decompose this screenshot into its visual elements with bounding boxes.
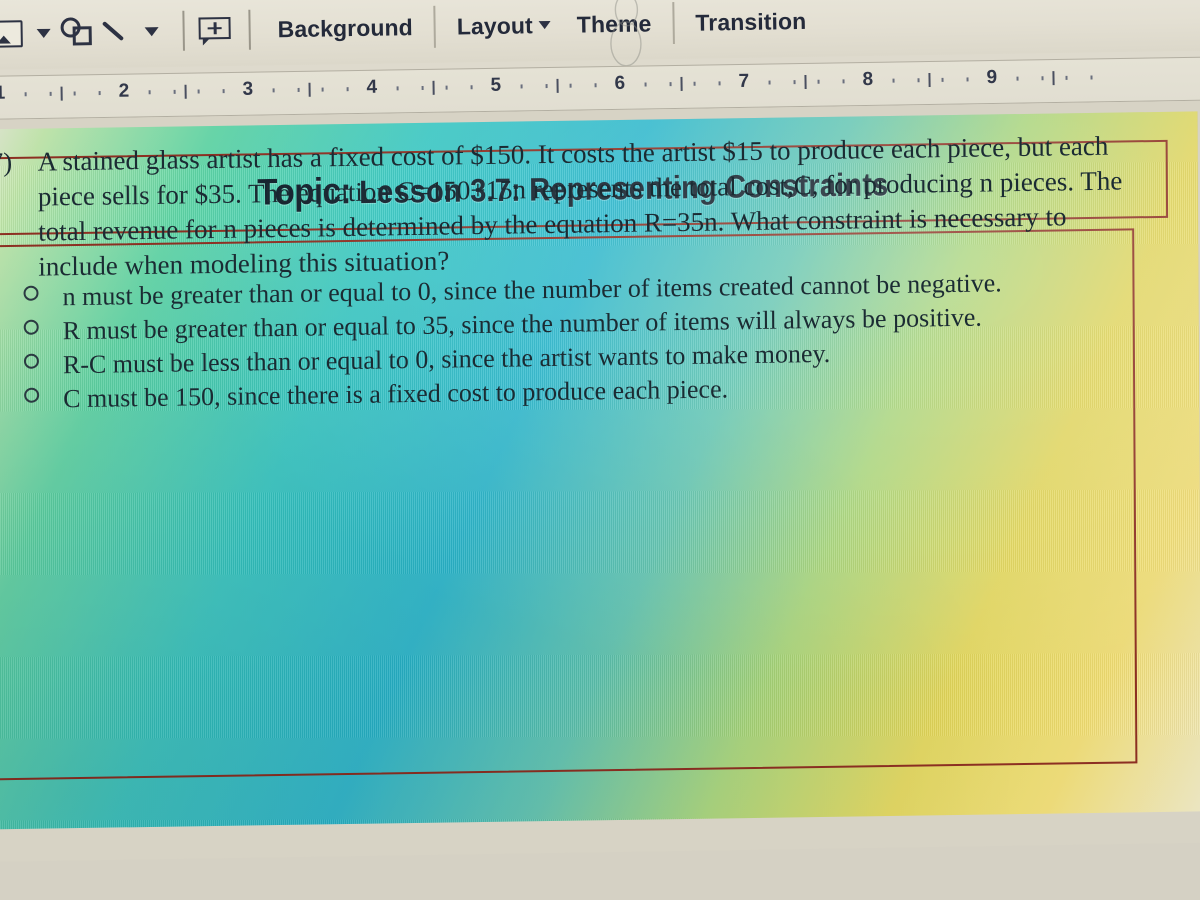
ruler-minor-tick (49, 91, 52, 96)
ruler-minor-tick (421, 85, 424, 91)
ruler-number: 2 (118, 80, 130, 102)
ruler-minor-tick (24, 92, 27, 97)
ruler-minor-tick (197, 89, 201, 94)
ruler-major-tick (1052, 71, 1055, 86)
ruler-minor-tick (644, 82, 647, 87)
background-button[interactable]: Background (264, 9, 426, 47)
ruler-minor-tick (545, 84, 548, 89)
ruler-minor-tick (272, 88, 275, 93)
ruler-minor-tick (297, 87, 300, 92)
ruler-number: 5 (490, 74, 502, 96)
ruler-minor-tick (1041, 76, 1044, 81)
transition-button-label: Transition (695, 7, 807, 36)
insert-shape-button[interactable] (60, 17, 96, 48)
toolbar-divider-4 (672, 2, 675, 45)
ruler-minor-tick (793, 80, 796, 85)
ruler-minor-tick (445, 85, 449, 90)
choice-bullet-icon (0, 314, 63, 345)
ruler-minor-tick (966, 77, 969, 82)
theme-button-label: Theme (576, 9, 652, 38)
theme-button[interactable]: Theme (564, 6, 665, 43)
ruler-minor-tick (321, 87, 325, 92)
answer-choice-list: n must be greater than or equal to 0, si… (0, 265, 1134, 417)
ruler-minor-tick (98, 91, 101, 96)
textbox-icon (198, 17, 231, 46)
monitor-bezel (0, 842, 1200, 900)
layout-caret-down-icon (538, 20, 551, 30)
question-number: 7) (0, 146, 13, 178)
ruler-minor-tick (817, 79, 820, 84)
toolbar-divider-3 (433, 5, 437, 48)
slide-canvas-area: Topic: Lesson 3.7: Representing Constrai… (0, 100, 1200, 900)
ruler-number: 4 (366, 76, 378, 98)
insert-textbox-button[interactable] (198, 17, 231, 46)
ruler-minor-tick (892, 78, 895, 83)
ruler-minor-tick (470, 85, 473, 90)
image-icon (0, 19, 23, 48)
photographed-screen: —g— (0, 0, 1200, 900)
ruler-minor-tick (1065, 75, 1068, 80)
ruler-minor-tick (1090, 75, 1093, 80)
ruler-major-tick (804, 74, 807, 89)
toolbar-divider-2 (248, 9, 251, 50)
ruler-number: 3 (242, 78, 254, 100)
choice-bullet-icon (0, 348, 63, 379)
ruler-minor-tick (669, 82, 672, 87)
ruler-minor-tick (173, 89, 176, 94)
transition-button[interactable]: Transition (682, 3, 819, 40)
ruler-minor-tick (222, 89, 225, 94)
ruler-minor-tick (768, 80, 771, 85)
screen-surface: —g— (0, 0, 1200, 900)
image-dropdown-caret-icon[interactable] (36, 28, 51, 38)
ruler-minor-tick (842, 79, 845, 84)
layout-button[interactable]: Layout (444, 7, 565, 44)
ruler-minor-tick (346, 87, 349, 92)
slide-body-content: 7) A stained glass artist has a fixed co… (0, 112, 1144, 417)
choice-bullet-icon (0, 281, 63, 312)
ruler-number: 6 (614, 72, 626, 94)
line-icon (100, 17, 130, 47)
line-dropdown-caret-icon[interactable] (144, 26, 159, 36)
ruler-minor-tick (396, 86, 399, 91)
shapes-icon (60, 17, 96, 48)
ruler-minor-tick (718, 81, 721, 86)
ruler-major-tick (308, 82, 311, 97)
ruler-major-tick (680, 76, 683, 91)
insert-image-button[interactable] (0, 19, 23, 48)
background-button-label: Background (277, 13, 414, 42)
slide[interactable]: Topic: Lesson 3.7: Representing Constrai… (0, 111, 1200, 830)
ruler-major-tick (184, 84, 187, 99)
ruler-minor-tick (73, 91, 77, 96)
ruler-minor-tick (693, 81, 696, 86)
toolbar-divider-1 (182, 10, 185, 51)
ruler-major-tick (60, 86, 63, 101)
question-text: A stained glass artist has a fixed cost … (37, 130, 1123, 282)
ruler-minor-tick (1016, 76, 1019, 81)
ruler-major-tick (556, 78, 559, 93)
question-row: 7) A stained glass artist has a fixed co… (0, 128, 1133, 286)
ruler-major-tick (432, 80, 435, 95)
ruler-major-tick (928, 73, 931, 88)
ruler-minor-tick (941, 77, 944, 82)
ruler-minor-tick (594, 83, 597, 88)
ruler-number: 9 (986, 66, 998, 89)
choice-bullet-icon (0, 382, 63, 413)
ruler-number: 7 (738, 70, 750, 93)
ruler-number: 8 (862, 68, 874, 91)
ruler-minor-tick (917, 78, 920, 83)
layout-button-label: Layout (456, 11, 534, 39)
ruler-minor-tick (569, 83, 572, 88)
ruler-minor-tick (520, 84, 523, 89)
ruler-minor-tick (148, 90, 151, 95)
ruler-number: 1 (0, 82, 6, 104)
insert-line-button[interactable] (100, 17, 130, 47)
